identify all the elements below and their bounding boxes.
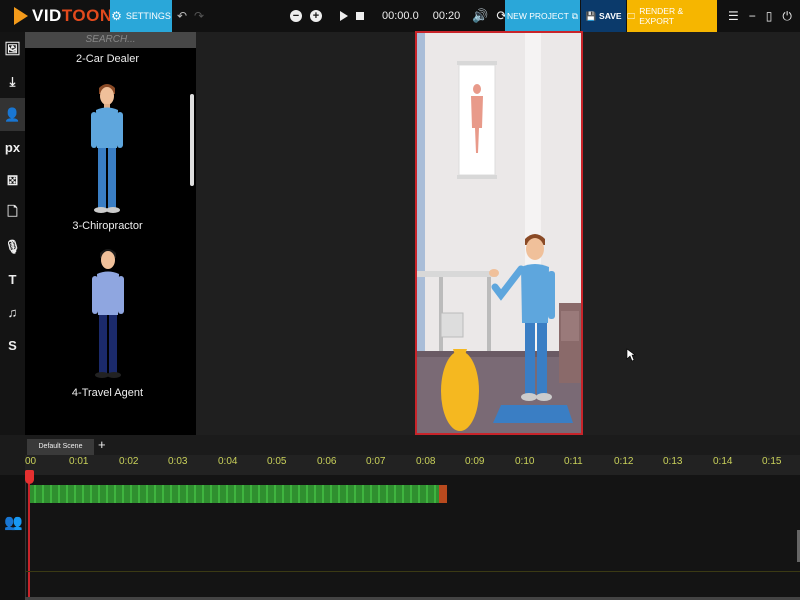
- character-chiropractor-thumbnail[interactable]: [87, 80, 127, 216]
- rail-download[interactable]: ⤓: [0, 65, 25, 98]
- character-label: 2-Car Dealer: [76, 53, 139, 65]
- settings-label: SETTINGS: [125, 11, 171, 21]
- playback-controls: − + 00:00.0 00:20 🔊 ⟳: [290, 0, 507, 32]
- tick-label: 0:04: [218, 456, 238, 467]
- tick-label: 0:11: [564, 456, 583, 467]
- volume-icon[interactable]: 🔊: [472, 8, 488, 24]
- play-icon[interactable]: [340, 11, 348, 21]
- tick-label: 0:06: [317, 456, 337, 467]
- rail-text[interactable]: T: [0, 263, 25, 296]
- render-export-button[interactable]: 🖵 RENDER & EXPORT: [627, 0, 717, 32]
- scene-illustration: [417, 33, 581, 433]
- timeline-track-rail: 👥: [0, 475, 25, 600]
- rail-microphone[interactable]: 🎙: [0, 230, 25, 263]
- floppy-icon: 💾: [585, 10, 597, 21]
- rail-s[interactable]: S: [0, 329, 25, 362]
- tick-label: 0:14: [713, 456, 733, 467]
- microphone-icon: 🎙: [4, 238, 21, 254]
- settings-button[interactable]: ⚙ SETTINGS: [110, 0, 172, 32]
- rail-px[interactable]: px: [0, 131, 25, 164]
- clip-end-handle[interactable]: [439, 485, 447, 503]
- add-scene-button[interactable]: +: [98, 437, 106, 452]
- character-panel: SEARCH... 2-Car Dealer 3-Chiropractor 4-…: [25, 32, 196, 435]
- rail-image[interactable]: 🖼: [0, 32, 25, 65]
- tick-label: 0:07: [366, 456, 386, 467]
- logo-text: VIDTOON: [32, 6, 113, 25]
- save-label: SAVE: [599, 11, 622, 21]
- top-toolbar: VIDTOON ⚙ SETTINGS ↶ ↷ − + 00:00.0 00:20…: [0, 0, 800, 32]
- rail-characters[interactable]: 👤: [0, 98, 25, 131]
- tick-label: 0:01: [69, 456, 89, 467]
- power-icon[interactable]: ⏻: [782, 9, 792, 24]
- save-button[interactable]: 💾 SAVE: [581, 0, 626, 32]
- canvas-area: [196, 31, 800, 435]
- props-icon: ⚄: [6, 172, 19, 188]
- tick-label: 0:08: [416, 456, 436, 467]
- playhead-handle[interactable]: [25, 470, 34, 484]
- group-icon[interactable]: 👥: [4, 513, 23, 531]
- document-icon: 🗋: [7, 203, 18, 219]
- download-icon: ⤓: [9, 73, 16, 89]
- scene-tab-bar: Default Scene +: [0, 435, 800, 455]
- tick-label: 0:15: [762, 456, 782, 467]
- image-icon: 🖼: [4, 40, 21, 56]
- music-icon: ♫: [7, 305, 18, 320]
- s-icon: S: [8, 338, 17, 353]
- person-icon: 👤: [4, 106, 21, 122]
- app-root: VIDTOON ⚙ SETTINGS ↶ ↷ − + 00:00.0 00:20…: [0, 0, 800, 600]
- character-label: 4-Travel Agent: [71, 387, 144, 399]
- tick-label: 0:03: [168, 456, 188, 467]
- gear-icon: ⚙: [111, 9, 122, 23]
- undo-icon[interactable]: ↶: [175, 9, 189, 23]
- playhead[interactable]: [28, 471, 30, 600]
- left-icon-rail: 🖼 ⤓ 👤 px ⚄ 🗋 🎙 T ♫ S: [0, 32, 25, 435]
- character-label: 3-Chiropractor: [72, 220, 143, 232]
- window-icon[interactable]: ▯: [766, 9, 773, 23]
- timeline-panel: Default Scene + 00 0:01 0:02 0:03 0:04 0…: [0, 435, 800, 600]
- tick-label: 0:05: [267, 456, 287, 467]
- timeline-clip[interactable]: [28, 485, 447, 503]
- character-travel-agent-thumbnail[interactable]: [89, 245, 127, 380]
- tick-label: 0:02: [119, 456, 139, 467]
- current-time: 00:00.0: [382, 10, 419, 22]
- total-time: 00:20: [432, 10, 461, 22]
- rail-document[interactable]: 🗋: [0, 197, 25, 230]
- time-ruler[interactable]: 00 0:01 0:02 0:03 0:04 0:05 0:06 0:07 0:…: [25, 455, 800, 475]
- render-label: RENDER & EXPORT: [639, 6, 684, 26]
- tick-label: 0:10: [515, 456, 535, 467]
- tick-label: 0:13: [663, 456, 683, 467]
- scene-tab-default[interactable]: Default Scene: [27, 439, 94, 455]
- menu-icon[interactable]: ☰: [728, 9, 739, 23]
- logo[interactable]: VIDTOON: [0, 0, 113, 32]
- logo-play-icon: [14, 7, 28, 25]
- monitor-icon: 🖵: [627, 10, 636, 21]
- px-icon: px: [4, 140, 21, 155]
- new-project-button[interactable]: NEW PROJECT ⧉: [505, 0, 580, 32]
- tick-label: 0:12: [614, 456, 634, 467]
- panel-scrollbar[interactable]: [190, 94, 194, 186]
- tick-label: 00: [25, 456, 37, 467]
- rail-music[interactable]: ♫: [0, 296, 25, 329]
- zoom-out-icon[interactable]: −: [290, 10, 302, 22]
- new-project-label: NEW PROJECT: [507, 11, 569, 21]
- search-input[interactable]: SEARCH...: [25, 32, 196, 48]
- timeline-divider: [25, 571, 800, 572]
- zoom-in-icon[interactable]: +: [310, 10, 322, 22]
- minimize-icon[interactable]: −: [749, 9, 756, 23]
- external-link-icon: ⧉: [571, 10, 578, 21]
- rail-props[interactable]: ⚄: [0, 164, 25, 197]
- window-controls: ☰ − ▯ ⏻: [728, 0, 792, 32]
- stop-icon[interactable]: [356, 12, 364, 20]
- tick-label: 0:09: [465, 456, 485, 467]
- redo-icon[interactable]: ↷: [192, 9, 206, 23]
- mouse-cursor-icon: [626, 348, 636, 362]
- text-icon: T: [8, 272, 17, 287]
- scene-stage[interactable]: [415, 31, 583, 435]
